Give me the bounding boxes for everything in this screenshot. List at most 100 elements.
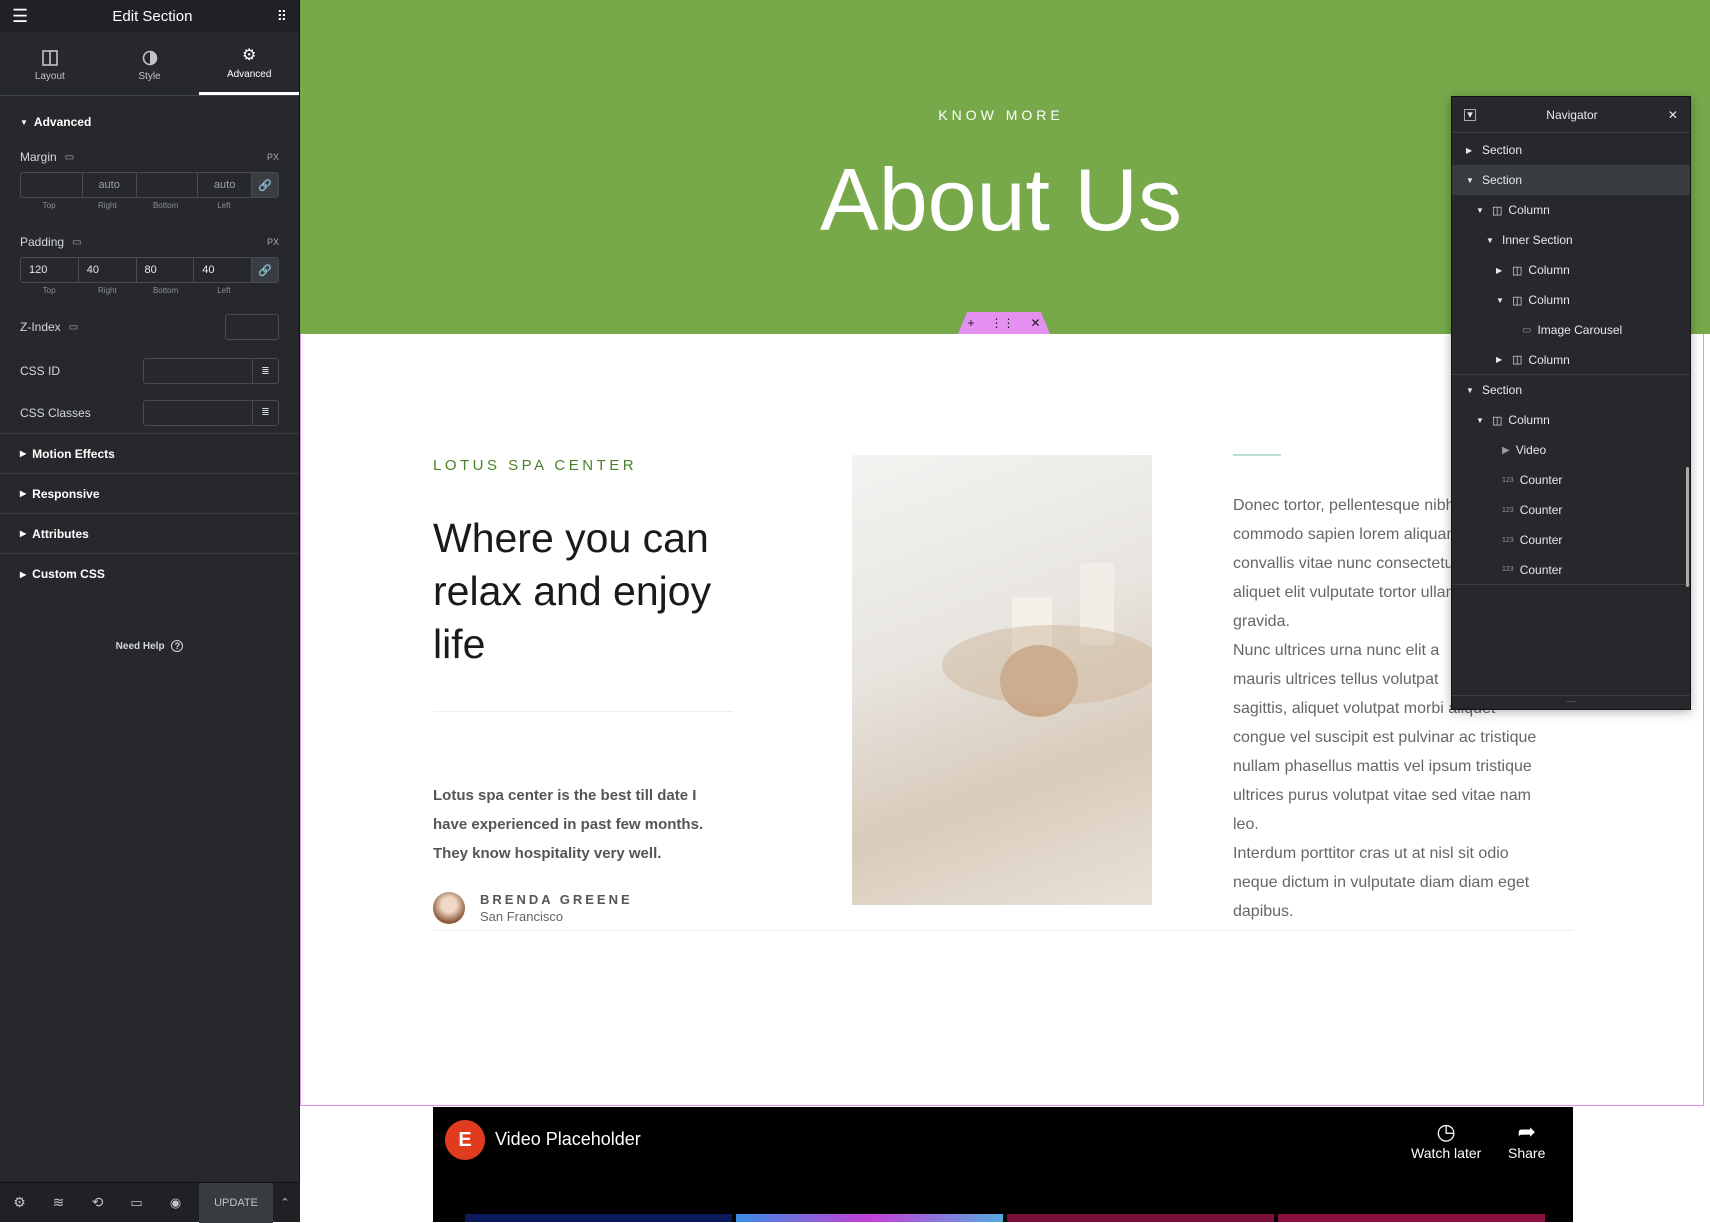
nav-item-counter[interactable]: 123 Counter	[1452, 555, 1690, 585]
video-widget[interactable]: E Video Placeholder ◷ Watch later ➦ Shar…	[433, 1107, 1573, 1222]
desktop-icon[interactable]: ▭	[72, 237, 81, 248]
nav-item-section[interactable]: ▶ Section	[1452, 135, 1690, 165]
body-line: leo.	[1233, 816, 1259, 833]
tab-advanced[interactable]: ⚙ Advanced	[199, 36, 300, 95]
caret-right-icon: ▶	[20, 569, 27, 579]
desktop-icon[interactable]: ▭	[65, 152, 74, 163]
tab-style[interactable]: Style	[100, 36, 200, 95]
nav-item-section[interactable]: ▼ Section	[1452, 375, 1690, 405]
dynamic-tags-icon[interactable]: ≣	[252, 400, 278, 425]
caret-right-icon[interactable]: ▶	[1496, 266, 1506, 275]
history-icon[interactable]: ⟲	[78, 1183, 117, 1223]
margin-left-input[interactable]: auto	[198, 173, 252, 197]
column-icon: ◫	[1492, 414, 1503, 427]
nav-item-column[interactable]: ▼ ◫ Column	[1452, 285, 1690, 315]
caret-down-icon[interactable]: ▼	[1486, 236, 1496, 245]
nav-item-image-carousel[interactable]: ▭ Image Carousel	[1452, 315, 1690, 345]
margin-unit-select[interactable]: PX	[267, 152, 279, 162]
body-line: nullam phasellus mattis vel ipsum tristi…	[1233, 758, 1532, 775]
padding-right-input[interactable]: 40	[79, 258, 137, 282]
cssclasses-label: CSS Classes	[20, 405, 91, 420]
update-button[interactable]: UPDATE	[199, 1182, 273, 1223]
zindex-input[interactable]	[225, 314, 279, 340]
section-motion-effects[interactable]: ▶ Motion Effects	[0, 434, 299, 474]
quote-line: They know hospitality very well.	[433, 845, 662, 862]
cssid-row: CSS ID ≣	[0, 350, 299, 392]
section-attributes[interactable]: ▶ Attributes	[0, 514, 299, 554]
share-arrow-icon: ➦	[1517, 1119, 1536, 1144]
padding-left-input[interactable]: 40	[194, 258, 252, 282]
navigator-tree: ▶ Section ▼ Section ▼ ◫ Column ▼ Inner Sectio…	[1452, 133, 1690, 585]
collapse-all-icon[interactable]: ▾	[1464, 108, 1476, 121]
cssid-input[interactable]: ≣	[143, 358, 279, 384]
margin-right-input[interactable]: auto	[83, 173, 137, 197]
nav-item-inner-section[interactable]: ▼ Inner Section	[1452, 225, 1690, 255]
caret-down-icon[interactable]: ▼	[1476, 206, 1486, 215]
quote-line: have experienced in past few months.	[433, 816, 704, 833]
desktop-icon[interactable]: ▭	[69, 322, 78, 333]
nav-item-video[interactable]: ▶ Video	[1452, 435, 1690, 465]
cssclasses-input[interactable]: ≣	[143, 399, 279, 426]
responsive-mode-icon[interactable]: ▭	[117, 1183, 156, 1223]
nav-item-column[interactable]: ▶ ◫ Column	[1452, 345, 1690, 375]
zindex-row: Z-Index ▭	[0, 304, 299, 350]
tab-layout[interactable]: Layout	[0, 36, 100, 95]
link-values-button[interactable]: 🔗	[252, 173, 278, 197]
nav-item-label: Column	[1528, 293, 1570, 307]
drag-handle-icon[interactable]: ⋮⋮	[990, 316, 1014, 330]
advanced-section-header[interactable]: ▼ Advanced	[0, 102, 299, 142]
tab-style-label: Style	[138, 70, 161, 82]
watch-later-button[interactable]: ◷ Watch later	[1411, 1119, 1481, 1161]
nav-item-column[interactable]: ▼ ◫ Column	[1452, 195, 1690, 225]
add-section-icon[interactable]: +	[967, 316, 974, 330]
nav-item-label: Video	[1515, 443, 1547, 457]
margin-top-input[interactable]	[21, 173, 83, 197]
side-label: Left	[217, 201, 231, 210]
caret-right-icon[interactable]: ▶	[1496, 355, 1506, 364]
preview-eye-icon[interactable]: ◉	[156, 1183, 195, 1223]
delete-section-icon[interactable]: ✕	[1030, 316, 1040, 330]
nav-item-column[interactable]: ▶ ◫ Column	[1452, 255, 1690, 285]
content-bottom-divider	[433, 930, 1573, 931]
caret-down-icon[interactable]: ▼	[1466, 386, 1476, 395]
margin-bottom-input[interactable]	[137, 173, 199, 197]
need-help-label: Need Help	[115, 641, 165, 652]
side-label: Top	[42, 286, 56, 295]
hamburger-menu-icon[interactable]: ☰	[12, 6, 28, 27]
navigator-layers-icon[interactable]: ≋	[39, 1183, 78, 1223]
need-help-link[interactable]: Need Help ?	[0, 640, 299, 652]
nav-item-column[interactable]: ▼ ◫ Column	[1452, 405, 1690, 435]
caret-down-icon[interactable]: ▼	[1466, 176, 1476, 185]
text-accent-line	[1233, 454, 1281, 456]
settings-icon[interactable]: ⚙	[0, 1183, 39, 1223]
nav-item-counter[interactable]: 123 Counter	[1452, 525, 1690, 555]
padding-bottom-input[interactable]: 80	[137, 258, 195, 282]
section-handle[interactable]: + ⋮⋮ ✕	[958, 312, 1050, 334]
nav-item-counter[interactable]: 123 Counter	[1452, 495, 1690, 525]
share-label: Share	[1508, 1145, 1546, 1161]
editor-panel: ☰ Edit Section ⠿ Layout Style ⚙ Advanced…	[0, 0, 300, 1223]
nav-item-section[interactable]: ▼ Section	[1452, 165, 1690, 195]
section-custom-css[interactable]: ▶ Custom CSS	[0, 554, 299, 594]
column-icon: ◫	[1512, 294, 1523, 307]
caret-right-icon: ▶	[20, 489, 27, 498]
padding-label: Padding	[20, 235, 65, 249]
padding-top-input[interactable]: 120	[21, 258, 79, 282]
close-icon[interactable]: ✕	[1668, 108, 1678, 122]
nav-item-label: Column	[1508, 413, 1550, 427]
advanced-section-title: Advanced	[33, 115, 92, 129]
link-values-button[interactable]: 🔗	[252, 258, 278, 282]
dynamic-tags-icon[interactable]: ≣	[252, 359, 278, 383]
navigator-scrollbar[interactable]	[1686, 467, 1689, 587]
update-options-chevron-icon[interactable]: ⌃	[273, 1183, 297, 1223]
navigator-header: ▾ Navigator ✕	[1452, 97, 1690, 133]
section-responsive[interactable]: ▶ Responsive	[0, 474, 299, 514]
navigator-resize-handle[interactable]: ···	[1452, 695, 1690, 709]
nav-item-counter[interactable]: 123 Counter	[1452, 465, 1690, 495]
caret-down-icon[interactable]: ▼	[1476, 416, 1486, 425]
share-button[interactable]: ➦ Share	[1508, 1119, 1545, 1161]
caret-right-icon[interactable]: ▶	[1466, 146, 1476, 155]
caret-down-icon[interactable]: ▼	[1496, 296, 1506, 305]
padding-unit-select[interactable]: PX	[267, 237, 279, 247]
widgets-grid-icon[interactable]: ⠿	[277, 8, 287, 25]
